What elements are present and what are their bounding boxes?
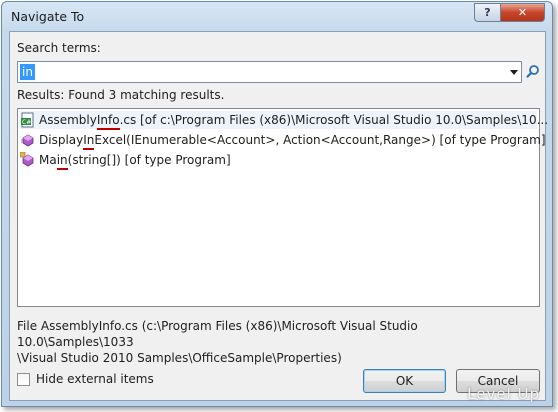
method-icon: [21, 134, 34, 147]
results-status: Results: Found 3 matching results.: [17, 88, 225, 102]
search-icon[interactable]: [525, 64, 541, 80]
method-icon: [20, 152, 34, 167]
search-input[interactable]: in: [20, 64, 35, 80]
help-icon: ?: [484, 6, 491, 19]
title-bar[interactable]: Navigate To ? ✕: [2, 2, 552, 32]
hide-external-items-checkbox[interactable]: [17, 372, 30, 386]
selected-item-details: File AssemblyInfo.cs (c:\Program Files (…: [17, 318, 537, 366]
result-text: DisplayInExcel(IEnumerable<Account>, Act…: [39, 133, 546, 147]
details-line-1: File AssemblyInfo.cs (c:\Program Files (…: [17, 319, 418, 349]
cs-file-icon: C#: [21, 112, 34, 128]
hide-external-items-label: Hide external items: [36, 372, 154, 386]
svg-text:C#: C#: [22, 119, 31, 126]
result-item-0[interactable]: C# AssemblyInfo.cs [of c:\Program Files …: [20, 111, 548, 129]
results-list[interactable]: C# AssemblyInfo.cs [of c:\Program Files …: [17, 108, 548, 307]
close-icon: ✕: [517, 6, 528, 19]
ok-button[interactable]: OK: [363, 369, 446, 393]
dropdown-arrow-icon[interactable]: [510, 70, 518, 75]
level-up-watermark: Level Up: [467, 385, 540, 403]
result-text: AssemblyInfo.cs [of c:\Program Files (x8…: [39, 113, 549, 127]
result-item-1[interactable]: DisplayInExcel(IEnumerable<Account>, Act…: [20, 131, 546, 149]
match-highlight: Info: [96, 113, 120, 127]
navigate-to-dialog: Navigate To ? ✕ Search terms: in Results…: [1, 1, 553, 407]
window-title: Navigate To: [11, 9, 85, 24]
search-combo[interactable]: in: [17, 61, 522, 83]
close-button[interactable]: ✕: [500, 3, 545, 22]
match-highlight: In: [83, 133, 95, 147]
match-highlight: in: [56, 153, 68, 167]
dialog-body: Search terms: in Results: Found 3 matchi…: [9, 31, 548, 401]
result-item-2[interactable]: Main(string[]) [of type Program]: [20, 151, 231, 169]
hide-external-items-option[interactable]: Hide external items: [17, 372, 154, 386]
details-line-2: \Visual Studio 2010 Samples\OfficeSample…: [17, 351, 342, 365]
help-button[interactable]: ?: [474, 3, 501, 22]
search-terms-label: Search terms:: [17, 41, 101, 55]
result-text: Main(string[]) [of type Program]: [39, 153, 231, 167]
